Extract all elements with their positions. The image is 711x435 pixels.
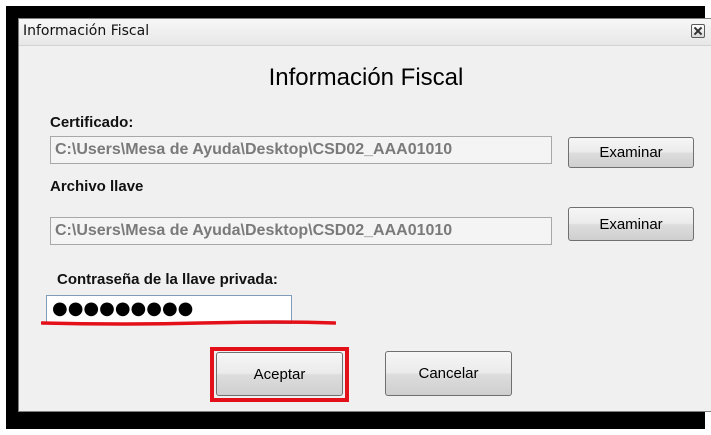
llave-label: Archivo llave (50, 178, 144, 195)
dialog-window: Información Fiscal Información Fiscal Ce… (18, 18, 711, 412)
dialog-heading: Información Fiscal (268, 64, 464, 91)
llave-browse-label: Examinar (599, 215, 663, 233)
annotation-highlight-box (210, 347, 349, 402)
cancel-label: Cancelar (418, 365, 479, 382)
llave-browse-button[interactable]: Examinar (568, 207, 694, 241)
certificado-label: Certificado: (50, 114, 134, 131)
certificado-path-field[interactable]: C:\Users\Mesa de Ayuda\Desktop\CSD02_AAA… (50, 136, 552, 164)
cancel-button[interactable]: Cancelar (385, 351, 512, 396)
password-label: Contraseña de la llave privada: (57, 271, 278, 288)
certificado-browse-button[interactable]: Examinar (568, 137, 694, 168)
window-title: Información Fiscal (23, 23, 150, 39)
llave-path-field[interactable]: C:\Users\Mesa de Ayuda\Desktop\CSD02_AAA… (50, 217, 552, 245)
certificado-browse-label: Examinar (599, 144, 663, 161)
annotation-underline (41, 320, 336, 326)
close-icon[interactable] (691, 24, 705, 38)
title-bar[interactable]: Información Fiscal (19, 19, 711, 46)
